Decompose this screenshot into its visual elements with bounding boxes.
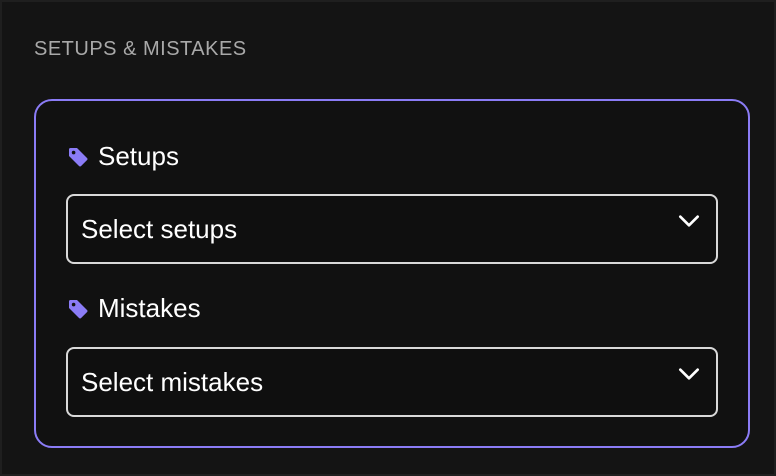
setups-mistakes-card: Setups Select setups Mistakes Select mis… [34,99,750,448]
setups-select-value: Select setups [81,213,238,244]
mistakes-label: Mistakes [98,293,201,323]
setups-label: Setups [98,141,179,171]
tag-icon [69,299,88,318]
tag-icon [69,147,88,166]
setups-mistakes-panel: SETUPS & MISTAKES Setups Select setups M… [0,0,776,476]
mistakes-select-value: Select mistakes [81,366,264,397]
mistakes-label-row: Mistakes [66,293,201,324]
setups-label-row: Setups [66,141,179,172]
setups-select[interactable]: Select setups [66,194,718,264]
section-title: SETUPS & MISTAKES [34,38,247,60]
mistakes-select[interactable]: Select mistakes [66,347,718,417]
chevron-down-icon [678,368,700,380]
chevron-down-icon [678,215,700,227]
